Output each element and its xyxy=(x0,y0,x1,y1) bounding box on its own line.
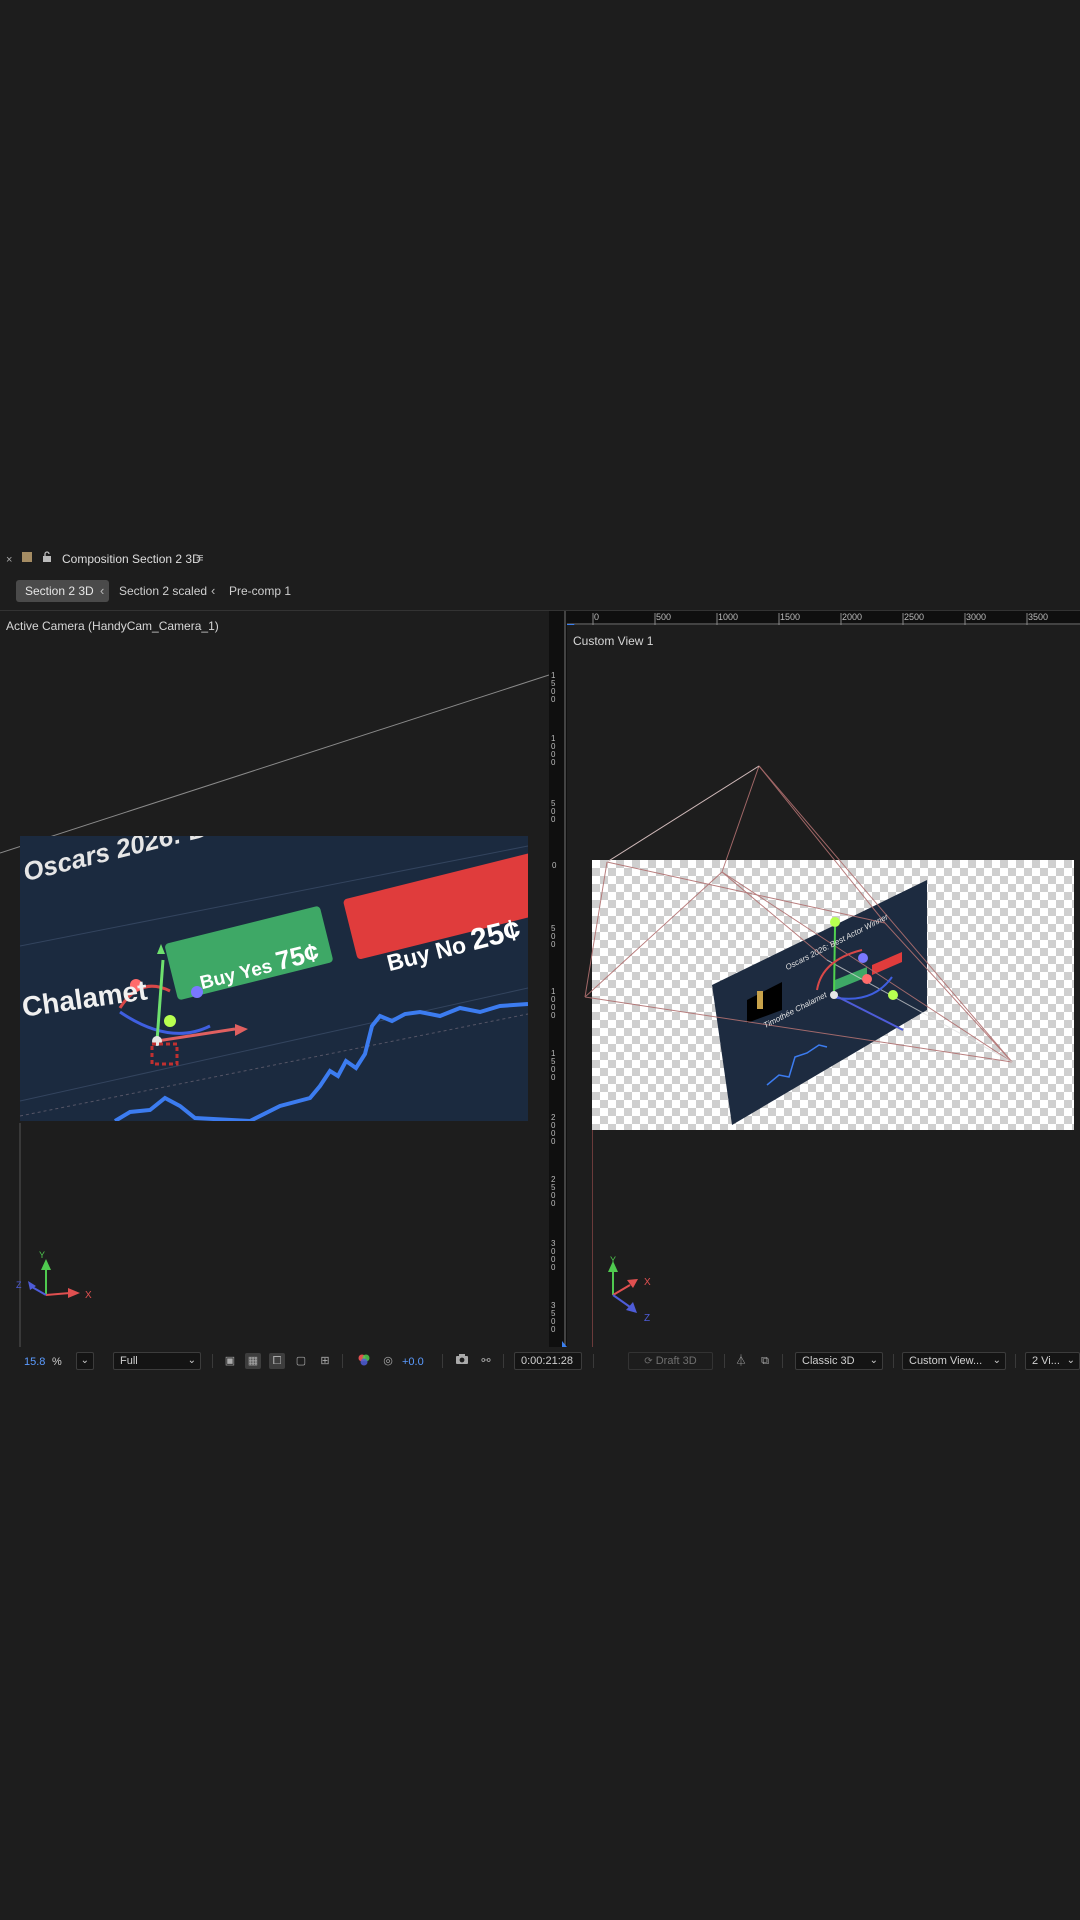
camera-snapshot-icon[interactable] xyxy=(454,1353,470,1369)
resolution-value: Full xyxy=(120,1355,138,1367)
grid-guides-icon[interactable]: ⊞ xyxy=(317,1353,333,1369)
color-channels-icon[interactable] xyxy=(356,1353,372,1369)
toolbar-separator xyxy=(893,1354,894,1368)
view-layout-value: 2 Vi... xyxy=(1032,1355,1060,1367)
ruler-v-label: 1500 xyxy=(551,1049,556,1082)
toolbar-separator xyxy=(342,1354,343,1368)
toolbar-separator xyxy=(503,1354,504,1368)
zoom-unit: % xyxy=(52,1356,62,1368)
draft-3d-toggle[interactable]: ⟳ Draft 3D xyxy=(628,1352,713,1370)
axis-indicator-right xyxy=(608,1261,638,1313)
axis-y-label-right: Y xyxy=(610,1255,617,1265)
transparency-grid-icon[interactable]: ▦ xyxy=(245,1353,261,1369)
ruler-v-label: 500 xyxy=(551,799,556,824)
ruler-h-label: 1500 xyxy=(780,612,801,622)
breadcrumb-section-2-scaled[interactable]: Section 2 scaled xyxy=(119,580,207,602)
renderer-value: Classic 3D xyxy=(802,1355,855,1367)
chevron-left-icon: ‹ xyxy=(211,583,216,598)
ruler-v-label: 500 xyxy=(551,924,556,949)
renderer-dropdown[interactable]: Classic 3D ⌄ xyxy=(795,1352,883,1370)
axis-x-label-right: X xyxy=(644,1277,651,1288)
view-layout-dropdown[interactable]: 2 Vi... ⌄ xyxy=(1025,1352,1080,1370)
guide-line xyxy=(592,1130,593,1347)
resolution-dropdown[interactable]: Full ⌄ xyxy=(113,1352,201,1370)
axis-y-label: Y xyxy=(39,1250,46,1260)
toolbar-separator xyxy=(212,1354,213,1368)
ruler-h-label: 500 xyxy=(656,612,672,622)
draft-3d-icon: ⟳ xyxy=(644,1356,653,1367)
ruler-h-label: 2000 xyxy=(842,612,863,622)
chevron-down-icon: ⌄ xyxy=(1066,1355,1075,1366)
chevron-down-icon: ⌄ xyxy=(80,1355,89,1366)
ruler-h-label: 1000 xyxy=(718,612,739,622)
vertical-ruler[interactable] xyxy=(549,611,567,1347)
timecode-field[interactable]: 0:00:21:28 xyxy=(514,1352,582,1370)
region-of-interest-icon[interactable]: ▢ xyxy=(293,1353,309,1369)
ground-plane-icon[interactable]: ⏃ xyxy=(733,1353,749,1369)
ruler-v-label: 1500 xyxy=(551,671,556,704)
draft-3d-label: Draft 3D xyxy=(655,1355,697,1367)
axis-x-label: X xyxy=(85,1290,92,1301)
zoom-dropdown[interactable]: ⌄ xyxy=(76,1352,94,1370)
mask-visibility-icon[interactable]: ⧠ xyxy=(269,1353,285,1369)
chevron-down-icon: ⌄ xyxy=(869,1355,878,1366)
panel-menu-icon[interactable]: ≡ xyxy=(196,550,204,565)
ruler-v-label: 1000 xyxy=(551,734,556,767)
zoom-value[interactable]: 15.8 xyxy=(24,1356,45,1368)
chevron-left-icon: ‹ xyxy=(100,583,105,598)
composition-color-swatch xyxy=(22,552,32,562)
toolbar-separator xyxy=(724,1354,725,1368)
ruler-v-label: 1000 xyxy=(551,987,556,1020)
axis-z-label: Z xyxy=(16,1280,22,1290)
close-panel-icon[interactable]: × xyxy=(6,554,12,566)
3d-view-value: Custom View... xyxy=(909,1355,983,1367)
3d-view-dropdown[interactable]: Custom View... ⌄ xyxy=(902,1352,1006,1370)
breadcrumb-pre-comp-1[interactable]: Pre-comp 1 xyxy=(229,580,291,602)
ruler-v-label: 3000 xyxy=(551,1239,556,1272)
lock-icon[interactable] xyxy=(42,551,52,566)
ruler-v-label: 2500 xyxy=(551,1175,556,1208)
right-viewer-scene[interactable] xyxy=(567,625,1080,1347)
axis-indicator-left xyxy=(28,1259,80,1298)
ruler-h-label: 2500 xyxy=(904,612,925,622)
fast-previews-icon[interactable]: ▣ xyxy=(222,1353,238,1369)
toolbar-separator xyxy=(442,1354,443,1368)
chevron-down-icon: ⌄ xyxy=(187,1355,196,1366)
panel-title: Composition Section 2 3D xyxy=(62,552,201,566)
ruler-v-label: 3500 xyxy=(551,1301,556,1334)
ruler-h-label: 0 xyxy=(594,612,600,622)
horizontal-ruler[interactable] xyxy=(567,611,1080,625)
ruler-v-label: 0 xyxy=(552,861,557,870)
breadcrumb-section-2-3d[interactable]: Section 2 3D xyxy=(16,580,109,602)
ruler-v-label: 2000 xyxy=(551,1113,556,1146)
toolbar-separator xyxy=(782,1354,783,1368)
left-viewer-scene[interactable]: Oscars 2026: Best Act Chalamet Buy Yes 7… xyxy=(20,836,528,1121)
reset-exposure-icon[interactable]: ◎ xyxy=(380,1353,396,1369)
extended-viewer-icon[interactable]: ⧉ xyxy=(757,1353,773,1369)
toolbar-separator xyxy=(593,1354,594,1368)
exposure-value[interactable]: +0.0 xyxy=(402,1356,424,1368)
toolbar-separator xyxy=(1015,1354,1016,1368)
chevron-down-icon: ⌄ xyxy=(992,1355,1001,1366)
show-snapshot-icon[interactable]: ⚯ xyxy=(478,1353,494,1369)
axis-z-label-right: Z xyxy=(644,1313,651,1324)
ruler-h-label: 3500 xyxy=(1028,612,1049,622)
ruler-h-label: 3000 xyxy=(966,612,987,622)
